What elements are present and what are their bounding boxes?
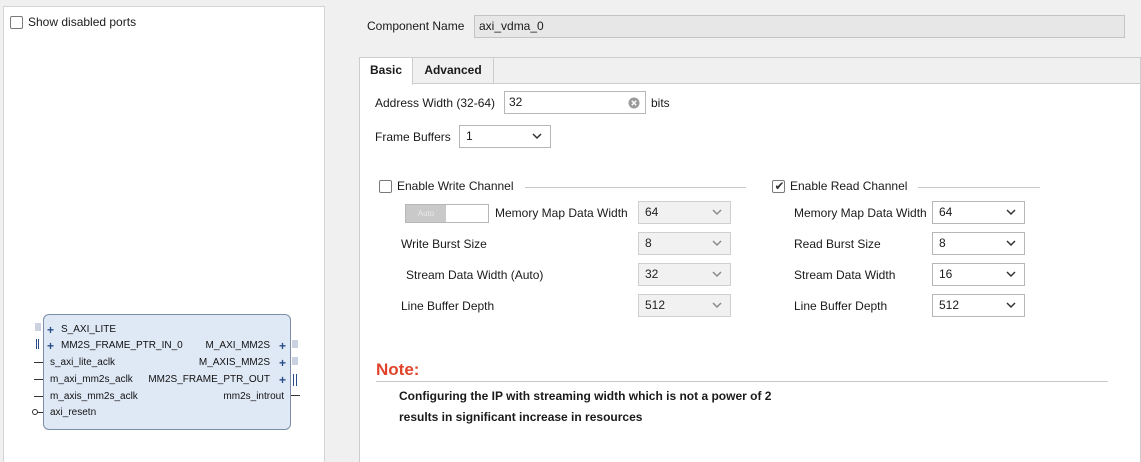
chevron-down-icon bbox=[712, 299, 722, 311]
tab-advanced[interactable]: Advanced bbox=[413, 58, 494, 84]
port-m-axi-mm2s: M_AXI_MM2S bbox=[205, 340, 270, 351]
read-memory-map-data-width-label: Memory Map Data Width bbox=[794, 206, 927, 220]
frame-buffers-label: Frame Buffers bbox=[375, 130, 451, 144]
note-line-1: Configuring the IP with streaming width … bbox=[399, 389, 772, 403]
expand-plus-icon[interactable]: + bbox=[47, 324, 54, 336]
show-disabled-ports-checkbox[interactable] bbox=[10, 16, 23, 29]
active-low-bubble-icon bbox=[32, 409, 38, 415]
chevron-down-icon bbox=[712, 206, 722, 218]
auto-toggle[interactable]: Auto bbox=[405, 204, 489, 223]
write-line-buffer-depth-select[interactable]: 512 bbox=[638, 294, 731, 317]
write-line-buffer-depth-label: Line Buffer Depth bbox=[401, 299, 495, 313]
tab-basic[interactable]: Basic bbox=[360, 58, 413, 85]
port-m-axis-mm2s-aclk: m_axis_mm2s_aclk bbox=[50, 391, 138, 402]
expand-plus-icon[interactable]: + bbox=[279, 357, 286, 369]
expand-plus-icon[interactable]: + bbox=[279, 374, 286, 386]
group-divider bbox=[525, 187, 746, 188]
read-line-buffer-depth-select[interactable]: 512 bbox=[932, 294, 1025, 317]
auto-toggle-knob: Auto bbox=[406, 205, 446, 222]
enable-read-channel-option[interactable]: Enable Read Channel bbox=[772, 179, 907, 194]
chevron-down-icon bbox=[712, 237, 722, 249]
select-value: 64 bbox=[645, 205, 659, 219]
select-value: 8 bbox=[939, 236, 946, 250]
port-s-axi-lite: S_AXI_LITE bbox=[61, 324, 117, 335]
port-mm2s-frame-ptr-in-0: MM2S_FRAME_PTR_IN_0 bbox=[61, 340, 183, 351]
frame-buffers-value: 1 bbox=[466, 129, 473, 143]
port-axi-resetn: axi_resetn bbox=[50, 407, 97, 418]
enable-write-channel-label: Enable Write Channel bbox=[397, 179, 514, 193]
port-m-axis-mm2s: M_AXIS_MM2S bbox=[198, 357, 270, 368]
expand-plus-icon[interactable]: + bbox=[279, 340, 286, 352]
write-stream-data-width-label: Stream Data Width (Auto) bbox=[406, 268, 544, 282]
enable-read-channel-checkbox[interactable] bbox=[772, 179, 786, 193]
ip-block-symbol[interactable]: S_AXI_LITE MM2S_FRAME_PTR_IN_0 s_axi_lit… bbox=[43, 314, 291, 430]
port-m-axi-mm2s-aclk: m_axi_mm2s_aclk bbox=[50, 374, 133, 385]
read-stream-data-width-label: Stream Data Width bbox=[794, 268, 896, 282]
write-memory-map-data-width-select[interactable]: 64 bbox=[638, 201, 731, 224]
address-width-value: 32 bbox=[509, 95, 523, 109]
select-value: 16 bbox=[939, 267, 953, 281]
write-burst-size-label: Write Burst Size bbox=[401, 237, 487, 251]
address-width-label: Address Width (32-64) bbox=[375, 96, 496, 110]
port-s-axi-lite-aclk: s_axi_lite_aclk bbox=[50, 357, 116, 368]
port-mm2s-introut: mm2s_introut bbox=[223, 391, 284, 402]
show-disabled-ports-option[interactable]: Show disabled ports bbox=[10, 15, 136, 30]
expand-plus-icon[interactable]: + bbox=[47, 340, 54, 352]
note-title: Note: bbox=[376, 360, 420, 379]
chevron-down-icon bbox=[712, 268, 722, 280]
show-disabled-ports-label: Show disabled ports bbox=[28, 15, 137, 29]
component-name-field[interactable]: axi_vdma_0 bbox=[474, 15, 1125, 38]
note-line-2: results in significant increase in resou… bbox=[399, 410, 643, 424]
bus-interface-pin-icon bbox=[292, 357, 298, 365]
bus-interface-pin-icon bbox=[292, 340, 298, 348]
write-stream-data-width-select[interactable]: 32 bbox=[638, 263, 731, 286]
clear-icon[interactable] bbox=[628, 97, 640, 109]
select-value: 512 bbox=[939, 298, 960, 312]
bus-pin-icon bbox=[36, 339, 39, 349]
select-value: 8 bbox=[645, 236, 652, 250]
clock-pin-icon bbox=[34, 362, 43, 363]
read-memory-map-data-width-select[interactable]: 64 bbox=[932, 201, 1025, 224]
write-burst-size-select[interactable]: 8 bbox=[638, 232, 731, 255]
chevron-down-icon bbox=[1006, 206, 1016, 218]
chevron-down-icon bbox=[1006, 237, 1016, 249]
interrupt-pin-icon bbox=[291, 395, 300, 396]
chevron-down-icon bbox=[532, 130, 542, 142]
address-width-unit: bits bbox=[651, 96, 670, 110]
clock-pin-icon bbox=[34, 396, 43, 397]
read-burst-size-select[interactable]: 8 bbox=[932, 232, 1025, 255]
tab-strip: Basic Advanced bbox=[360, 58, 1140, 85]
read-stream-data-width-select[interactable]: 16 bbox=[932, 263, 1025, 286]
chevron-down-icon bbox=[1006, 299, 1016, 311]
frame-buffers-select[interactable]: 1 bbox=[459, 125, 551, 148]
select-value: 64 bbox=[939, 205, 953, 219]
bus-pin-icon bbox=[293, 374, 297, 386]
read-line-buffer-depth-label: Line Buffer Depth bbox=[794, 299, 888, 313]
clock-pin-icon bbox=[34, 379, 43, 380]
enable-write-channel-checkbox[interactable] bbox=[379, 180, 392, 193]
enable-read-channel-label: Enable Read Channel bbox=[790, 179, 908, 193]
chevron-down-icon bbox=[1006, 268, 1016, 280]
address-width-input[interactable]: 32 bbox=[504, 91, 646, 114]
port-mm2s-frame-ptr-out: MM2S_FRAME_PTR_OUT bbox=[148, 374, 270, 385]
select-value: 512 bbox=[645, 298, 666, 312]
bus-interface-pin-icon bbox=[35, 323, 41, 331]
enable-write-channel-option[interactable]: Enable Write Channel bbox=[379, 179, 514, 194]
component-name-label: Component Name bbox=[367, 19, 465, 33]
group-divider bbox=[918, 187, 1040, 188]
write-memory-map-data-width-label: Memory Map Data Width bbox=[495, 206, 628, 220]
note-divider bbox=[376, 381, 1108, 382]
select-value: 32 bbox=[645, 267, 659, 281]
read-burst-size-label: Read Burst Size bbox=[794, 237, 881, 251]
